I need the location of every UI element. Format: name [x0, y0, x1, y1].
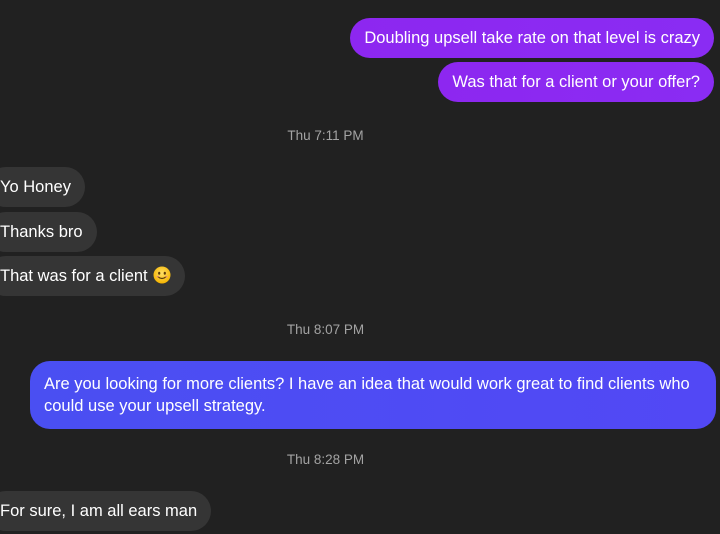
- timestamp: Thu 8:28 PM: [286, 452, 365, 467]
- incoming-message[interactable]: For sure, I am all ears man: [0, 491, 212, 531]
- message-text: Yo Honey: [0, 178, 71, 196]
- message-text: Was that for a client or your offer?: [452, 73, 700, 91]
- message-text: For sure, I am all ears man: [0, 502, 198, 520]
- incoming-message[interactable]: Yo Honey: [0, 167, 85, 207]
- message-text: Doubling upsell take rate on that level …: [364, 29, 700, 47]
- outgoing-message[interactable]: Doubling upsell take rate on that level …: [350, 18, 714, 58]
- message-text: That was for a client: [0, 267, 148, 285]
- incoming-message[interactable]: Thanks bro: [0, 212, 97, 252]
- chat-thread: Doubling upsell take rate on that level …: [0, 0, 720, 534]
- message-text: Thanks bro: [0, 223, 83, 241]
- timestamp: Thu 8:07 PM: [286, 322, 365, 337]
- outgoing-message[interactable]: Was that for a client or your offer?: [438, 62, 714, 102]
- smiling-face-icon: [153, 266, 171, 284]
- incoming-message[interactable]: That was for a client: [0, 256, 185, 296]
- message-text: Are you looking for more clients? I have…: [44, 375, 690, 415]
- timestamp: Thu 7:11 PM: [287, 128, 364, 143]
- outgoing-message[interactable]: Are you looking for more clients? I have…: [30, 361, 716, 429]
